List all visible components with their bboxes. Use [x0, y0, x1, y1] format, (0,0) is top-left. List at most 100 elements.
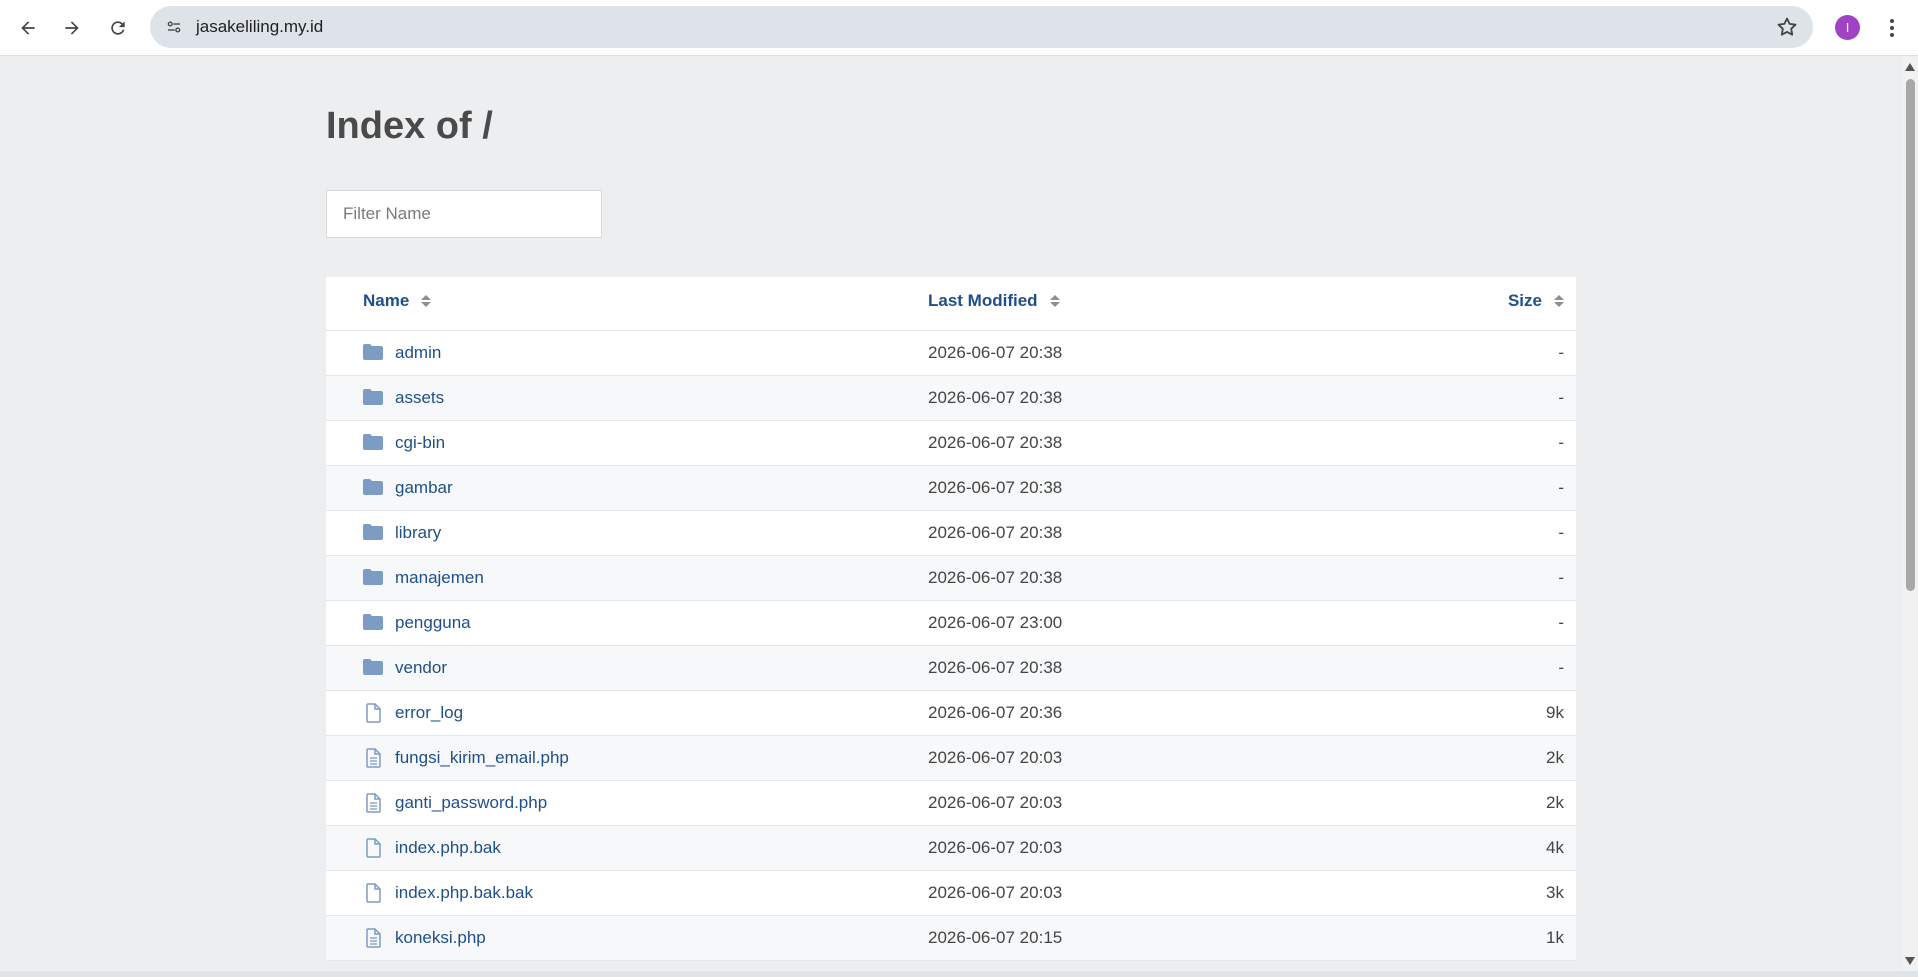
entry-modified: 2026-06-07 20:38	[928, 658, 1063, 677]
entry-modified: 2026-06-07 20:38	[928, 568, 1063, 587]
entry-size: -	[1558, 478, 1564, 497]
folder-icon	[362, 478, 384, 498]
more-vert-icon	[1890, 19, 1894, 37]
table-row: manajemen 2026-06-07 20:38 -	[326, 556, 1576, 601]
file-icon	[362, 883, 384, 903]
table-row: index.php.bak 2026-06-07 20:03 4k	[326, 826, 1576, 871]
entry-name-link[interactable]: library	[395, 523, 441, 543]
folder-icon	[362, 568, 384, 588]
page-scrollbar[interactable]	[1902, 57, 1918, 971]
arrow-left-icon	[21, 21, 35, 35]
page-title: Index of /	[326, 105, 493, 147]
entry-name-link[interactable]: ganti_password.php	[395, 793, 547, 813]
scroll-down-arrow[interactable]	[1905, 957, 1915, 965]
entry-size: -	[1558, 568, 1564, 587]
entry-modified: 2026-06-07 20:15	[928, 928, 1063, 947]
sort-by-name[interactable]: Name	[363, 291, 432, 311]
entry-name-link[interactable]: error_log	[395, 703, 463, 723]
file-listing: Name Last Modified Size admin 2026-06-07 …	[326, 277, 1576, 961]
entry-name-link[interactable]: vendor	[395, 658, 447, 678]
entry-size: 3k	[1546, 883, 1564, 902]
entry-name-link[interactable]: assets	[395, 388, 444, 408]
table-row: fungsi_kirim_email.php 2026-06-07 20:03 2k	[326, 736, 1576, 781]
site-info-button[interactable]	[160, 13, 188, 41]
table-row: library 2026-06-07 20:38 -	[326, 511, 1576, 556]
table-row: ganti_password.php 2026-06-07 20:03 2k	[326, 781, 1576, 826]
sort-by-size[interactable]: Size	[1508, 291, 1564, 311]
folder-icon	[362, 343, 384, 363]
entry-size: 1k	[1546, 928, 1564, 947]
entry-modified: 2026-06-07 20:03	[928, 838, 1063, 857]
entry-name-link[interactable]: fungsi_kirim_email.php	[395, 748, 569, 768]
entry-size: -	[1558, 658, 1564, 677]
table-row: error_log 2026-06-07 20:36 9k	[326, 691, 1576, 736]
listing-rows: admin 2026-06-07 20:38 - assets 2026-06-07 2…	[326, 331, 1576, 961]
entry-name-link[interactable]: index.php.bak	[395, 838, 501, 858]
arrow-right-icon	[65, 21, 79, 35]
entry-size: 2k	[1546, 793, 1564, 812]
table-row: admin 2026-06-07 20:38 -	[326, 331, 1576, 376]
entry-name-link[interactable]: gambar	[395, 478, 453, 498]
browser-toolbar: jasakeliling.my.id I	[0, 0, 1918, 56]
entry-modified: 2026-06-07 20:03	[928, 793, 1063, 812]
entry-name-link[interactable]: admin	[395, 343, 441, 363]
column-modified-label: Last Modified	[928, 291, 1038, 310]
sort-icon	[1049, 295, 1060, 307]
entry-modified: 2026-06-07 20:38	[928, 343, 1063, 362]
column-name-label: Name	[363, 291, 410, 310]
bottom-bar	[0, 971, 1918, 977]
entry-modified: 2026-06-07 20:03	[928, 883, 1063, 902]
entry-modified: 2026-06-07 20:38	[928, 388, 1063, 407]
scroll-thumb[interactable]	[1906, 79, 1915, 591]
table-row: vendor 2026-06-07 20:38 -	[326, 646, 1576, 691]
folder-icon	[362, 433, 384, 453]
entry-size: -	[1558, 613, 1564, 632]
entry-name-link[interactable]: manajemen	[395, 568, 484, 588]
filter-name-input[interactable]	[326, 190, 602, 238]
back-button[interactable]	[10, 10, 46, 46]
listing-header: Name Last Modified Size	[326, 277, 1576, 331]
entry-name-link[interactable]: pengguna	[395, 613, 471, 633]
avatar-initial: I	[1845, 20, 1850, 35]
entry-name-link[interactable]: koneksi.php	[395, 928, 486, 948]
text-file-icon	[362, 928, 384, 948]
entry-size: -	[1558, 433, 1564, 452]
entry-name-link[interactable]: index.php.bak.bak	[395, 883, 533, 903]
entry-size: -	[1558, 388, 1564, 407]
file-icon	[362, 838, 384, 858]
text-file-icon	[362, 748, 384, 768]
address-bar[interactable]: jasakeliling.my.id	[150, 6, 1813, 48]
reload-button[interactable]	[100, 10, 136, 46]
tune-icon	[167, 21, 181, 33]
folder-icon	[362, 388, 384, 408]
entry-modified: 2026-06-07 20:38	[928, 478, 1063, 497]
text-file-icon	[362, 793, 384, 813]
folder-icon	[362, 523, 384, 543]
reload-icon	[111, 21, 125, 35]
entry-modified: 2026-06-07 20:38	[928, 433, 1063, 452]
entry-size: 2k	[1546, 748, 1564, 767]
column-size-label: Size	[1507, 291, 1542, 310]
folder-icon	[362, 613, 384, 633]
sort-icon	[1554, 295, 1564, 307]
page-viewport: Index of / Name Last Modified Size admin…	[0, 57, 1902, 971]
profile-avatar[interactable]: I	[1835, 15, 1860, 40]
table-row: assets 2026-06-07 20:38 -	[326, 376, 1576, 421]
entry-name-link[interactable]: cgi-bin	[395, 433, 445, 453]
table-row: cgi-bin 2026-06-07 20:38 -	[326, 421, 1576, 466]
table-row: koneksi.php 2026-06-07 20:15 1k	[326, 916, 1576, 961]
url-text[interactable]: jasakeliling.my.id	[196, 17, 323, 37]
scroll-up-arrow[interactable]	[1905, 63, 1915, 71]
entry-modified: 2026-06-07 23:00	[928, 613, 1063, 632]
entry-modified: 2026-06-07 20:03	[928, 748, 1063, 767]
table-row: gambar 2026-06-07 20:38 -	[326, 466, 1576, 511]
forward-button[interactable]	[54, 10, 90, 46]
sort-by-modified[interactable]: Last Modified	[928, 291, 1060, 311]
browser-menu-button[interactable]	[1881, 16, 1903, 40]
entry-modified: 2026-06-07 20:36	[928, 703, 1063, 722]
table-row: pengguna 2026-06-07 23:00 -	[326, 601, 1576, 646]
entry-size: 4k	[1546, 838, 1564, 857]
folder-icon	[362, 658, 384, 678]
bookmark-star-icon[interactable]	[1775, 15, 1799, 39]
file-icon	[362, 703, 384, 723]
